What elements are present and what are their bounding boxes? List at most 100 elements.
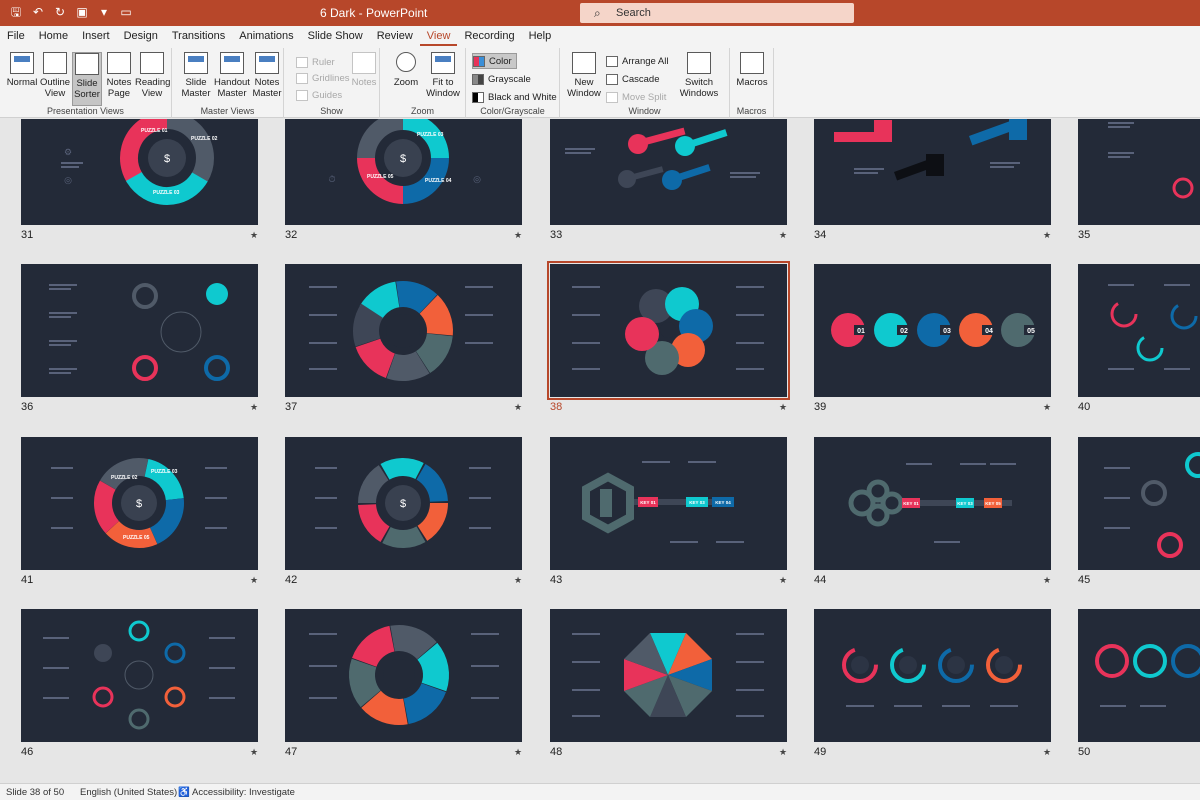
- slide-thumbnail-32[interactable]: $ PUZZLE 03 PUZZLE 04 PUZZLE 05 ⏱ ◎: [285, 119, 522, 225]
- gridlines-checkbox[interactable]: Gridlines: [296, 70, 350, 86]
- slide-thumbnail-39[interactable]: 01 02 03 04 05: [814, 264, 1051, 397]
- slide-number: 37: [285, 401, 298, 413]
- cascade-button[interactable]: Cascade: [606, 71, 660, 87]
- group-label: Presentation Views: [47, 106, 124, 116]
- arrange-icon: [606, 55, 618, 67]
- ruler-checkbox[interactable]: Ruler: [296, 54, 335, 70]
- search-box[interactable]: ⌕ Search: [580, 3, 854, 23]
- tab-transitions[interactable]: Transitions: [165, 26, 232, 46]
- arrange-all-button[interactable]: Arrange All: [606, 53, 668, 69]
- new-window-button[interactable]: New Window: [566, 52, 602, 99]
- zoom-button[interactable]: Zoom: [390, 52, 422, 88]
- cascade-icon: [606, 73, 618, 85]
- search-placeholder: Search: [616, 7, 651, 19]
- slide-thumbnail-47[interactable]: [285, 609, 522, 742]
- redo-icon[interactable]: ↻: [52, 4, 68, 20]
- notes-master-button[interactable]: Notes Master: [251, 52, 283, 99]
- tab-file[interactable]: File: [0, 26, 32, 46]
- slide-thumbnail-35[interactable]: [1078, 119, 1200, 225]
- reading-view-button[interactable]: Reading View: [135, 52, 170, 99]
- slide-thumbnail-44[interactable]: KEY 01 KEY 03 KEY 05: [814, 437, 1051, 570]
- transition-star-icon: ★: [779, 747, 788, 757]
- accessibility-status[interactable]: Accessibility: Investigate: [192, 787, 295, 798]
- tab-insert[interactable]: Insert: [75, 26, 117, 46]
- tab-review[interactable]: Review: [370, 26, 420, 46]
- guides-checkbox[interactable]: Guides: [296, 87, 342, 103]
- handout-master-button[interactable]: Handout Master: [214, 52, 250, 99]
- grayscale-button[interactable]: Grayscale: [472, 71, 531, 87]
- slide-thumbnail-36[interactable]: [21, 264, 258, 397]
- slide-graphic: 01 02 03 04 05: [831, 313, 1038, 347]
- tab-help[interactable]: Help: [522, 26, 559, 46]
- slide-graphic: $ PUZZLE 01 PUZZLE 02 PUZZLE 03 ⚙ ◎: [61, 119, 218, 205]
- outline-view-button[interactable]: Outline View: [39, 52, 71, 99]
- slide-thumbnail-49[interactable]: [814, 609, 1051, 742]
- more-icon[interactable]: ▾: [96, 4, 112, 20]
- slide-number: 40: [1078, 401, 1091, 413]
- slide-graphic: [49, 283, 230, 381]
- save-icon[interactable]: 🖫: [8, 4, 24, 20]
- step-label: 04: [985, 328, 993, 335]
- color-swatch-icon: [473, 55, 485, 67]
- black-and-white-button[interactable]: Black and White: [472, 89, 557, 105]
- svg-text:⚙: ⚙: [64, 147, 72, 157]
- slide-graphic: [834, 119, 1027, 181]
- slide-number: 45: [1078, 574, 1091, 586]
- tab-recording[interactable]: Recording: [457, 26, 521, 46]
- tab-home[interactable]: Home: [32, 26, 75, 46]
- key-label: KEY 01: [903, 501, 919, 506]
- slide-thumbnail-48[interactable]: [550, 609, 787, 742]
- color-button[interactable]: Color: [472, 53, 517, 69]
- puzzle-label: PUZZLE 05: [123, 535, 150, 541]
- group-show: Ruler Gridlines Guides Notes Show: [284, 48, 380, 118]
- fit-to-window-button[interactable]: Fit to Window: [424, 52, 462, 99]
- undo-icon[interactable]: ↶: [30, 4, 46, 20]
- notes-button[interactable]: Notes: [350, 52, 378, 88]
- move-split-button[interactable]: Move Split: [606, 89, 666, 105]
- group-label: Master Views: [200, 106, 255, 116]
- puzzle-label: PUZZLE 05: [367, 174, 394, 180]
- slide-thumbnail-43[interactable]: KEY 01 KEY 03 KEY 04: [550, 437, 787, 570]
- transition-star-icon: ★: [1043, 230, 1052, 240]
- slide-thumbnail-37[interactable]: [285, 264, 522, 397]
- language-indicator[interactable]: English (United States): [80, 787, 177, 798]
- slide-thumbnail-46[interactable]: [21, 609, 258, 742]
- slide-thumbnail-34[interactable]: [814, 119, 1051, 225]
- svg-text:$: $: [164, 153, 170, 165]
- macros-button[interactable]: Macros: [736, 52, 768, 88]
- tab-view[interactable]: View: [419, 26, 458, 46]
- key-label: KEY 03: [957, 501, 973, 506]
- slide-thumbnail-38[interactable]: [547, 261, 790, 400]
- notes-page-button[interactable]: Notes Page: [104, 52, 134, 99]
- puzzle-label: PUZZLE 03: [153, 190, 180, 196]
- tab-design[interactable]: Design: [117, 26, 165, 46]
- group-label: Show: [320, 106, 343, 116]
- tab-slide-show[interactable]: Slide Show: [301, 26, 370, 46]
- shape-icon[interactable]: ▭: [118, 4, 134, 20]
- tab-animations[interactable]: Animations: [232, 26, 300, 46]
- slide-sorter[interactable]: $ PUZZLE 01 PUZZLE 02 PUZZLE 03 ⚙ ◎ 31 ★…: [0, 119, 1200, 783]
- slide-sorter-button[interactable]: Slide Sorter: [72, 52, 102, 106]
- notes-master-icon: [255, 52, 279, 74]
- slide-thumbnail-41[interactable]: $ PUZZLE 02 PUZZLE 03 PUZZLE 05: [21, 437, 258, 570]
- group-label: Macros: [736, 106, 767, 116]
- slide-thumbnail-42[interactable]: $: [285, 437, 522, 570]
- puzzle-label: PUZZLE 01: [141, 128, 168, 134]
- slide-thumbnail-40[interactable]: [1078, 264, 1200, 397]
- slide-thumbnail-31[interactable]: $ PUZZLE 01 PUZZLE 02 PUZZLE 03 ⚙ ◎: [21, 119, 258, 225]
- slide-number: 47: [285, 746, 298, 758]
- svg-text:◎: ◎: [64, 175, 72, 185]
- normal-view-button[interactable]: Normal: [6, 52, 38, 88]
- slide-number: 39: [814, 401, 827, 413]
- slide-thumbnail-33[interactable]: [550, 119, 787, 225]
- slide-thumbnail-50[interactable]: [1078, 609, 1200, 742]
- slide-thumbnail-45[interactable]: [1078, 437, 1200, 570]
- svg-text:$: $: [136, 498, 142, 510]
- present-icon[interactable]: ▣: [74, 4, 90, 20]
- slide-master-button[interactable]: Slide Master: [180, 52, 212, 99]
- reading-view-icon: [140, 52, 164, 74]
- checkbox-icon: [296, 56, 308, 68]
- switch-windows-button[interactable]: Switch Windows: [674, 52, 724, 99]
- notes-page-icon: [107, 52, 131, 74]
- puzzle-label: PUZZLE 03: [151, 469, 178, 475]
